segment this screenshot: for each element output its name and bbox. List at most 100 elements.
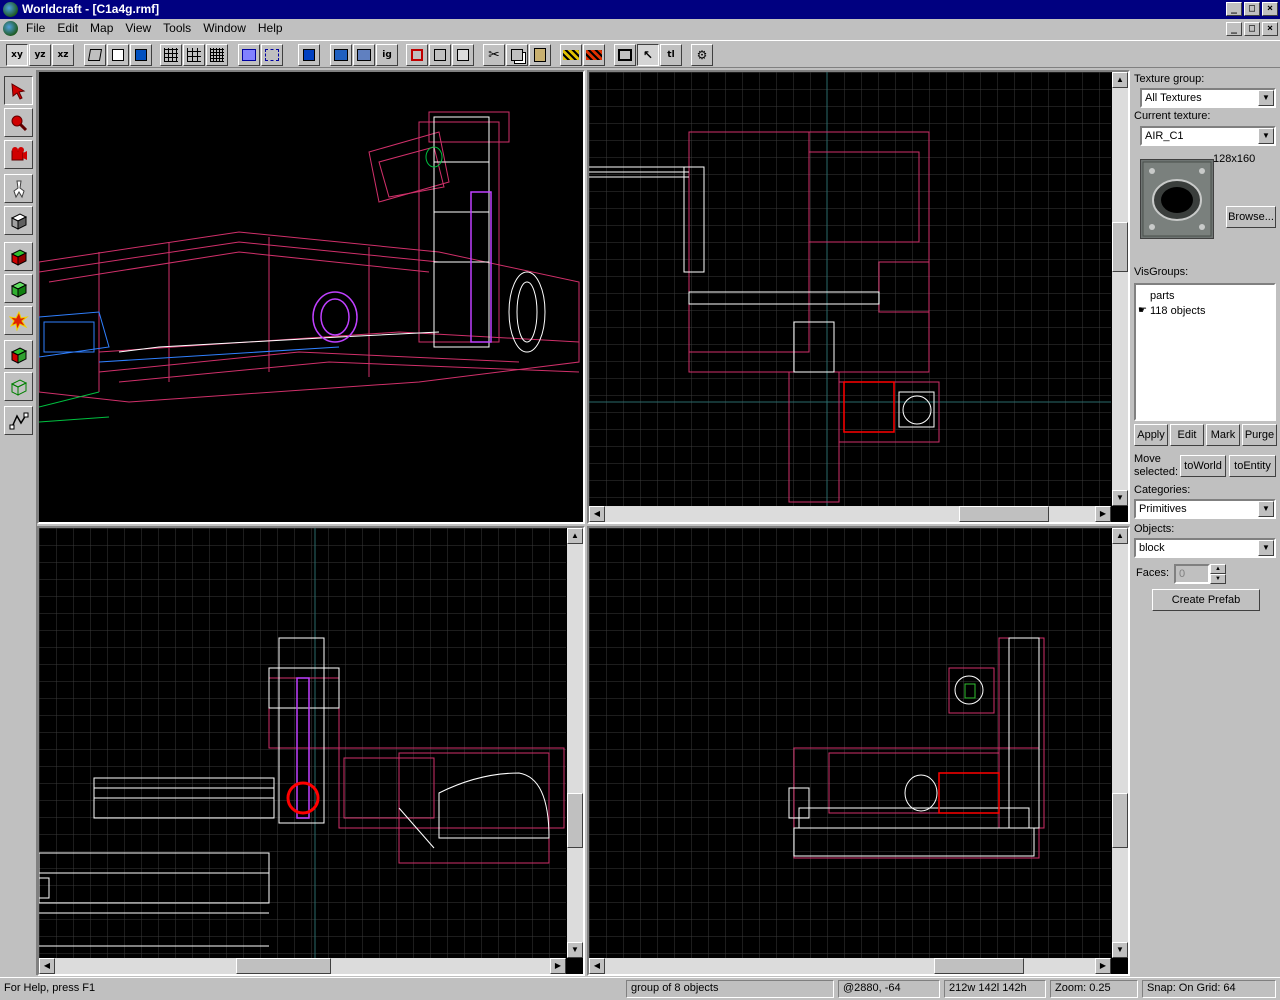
visgroup-item[interactable]: parts: [1150, 290, 1174, 302]
visgroups-list[interactable]: parts ☛ 118 objects: [1134, 283, 1276, 421]
current-texture-select[interactable]: AIR_C1 ▼: [1140, 126, 1276, 146]
apply-button[interactable]: Apply: [1134, 424, 1168, 446]
decal-tool-icon[interactable]: [4, 306, 33, 335]
side-viewport-vscroll[interactable]: ▲ ▼: [1112, 528, 1128, 958]
camera-3d-viewport[interactable]: [37, 70, 585, 524]
chevron-down-icon[interactable]: ▼: [1258, 501, 1274, 517]
view-yz-button[interactable]: yz: [29, 44, 51, 66]
chevron-down-icon[interactable]: ▼: [1258, 540, 1274, 556]
faces-spin-down-icon[interactable]: ▼: [1210, 574, 1226, 584]
side-viewport-hscroll[interactable]: ◀ ▶: [589, 958, 1111, 974]
status-size: 212w 142l 142h: [944, 980, 1046, 998]
selection-tool-icon[interactable]: [4, 76, 33, 105]
maximize-button[interactable]: □: [1244, 2, 1260, 16]
current-texture-label: Current texture:: [1134, 110, 1211, 122]
menu-edit[interactable]: Edit: [51, 21, 84, 35]
magnify-tool-icon[interactable]: [4, 108, 33, 137]
carve-icon[interactable]: [298, 44, 320, 66]
menu-map[interactable]: Map: [84, 21, 119, 35]
to-world-button[interactable]: toWorld: [1180, 455, 1226, 477]
toolbar: xy yz xz ig ✂ ↖ tl ⚙: [0, 40, 1280, 68]
faces-spin-up-icon[interactable]: ▲: [1210, 564, 1226, 574]
wireframe-view-icon[interactable]: [84, 44, 106, 66]
show-items-icon[interactable]: [583, 44, 605, 66]
texture-size: 128x160: [1213, 153, 1256, 165]
entity-tool-icon[interactable]: [4, 174, 33, 203]
objects-label: Objects:: [1134, 523, 1175, 535]
doc-minimize-button[interactable]: _: [1226, 22, 1242, 36]
create-prefab-button[interactable]: Create Prefab: [1152, 589, 1260, 611]
copy-icon[interactable]: [506, 44, 528, 66]
mark-button[interactable]: Mark: [1206, 424, 1240, 446]
view-xz-button[interactable]: xz: [52, 44, 74, 66]
side-2d-viewport[interactable]: ▲ ▼ ◀ ▶: [587, 526, 1130, 976]
to-entity-button[interactable]: toEntity: [1229, 455, 1276, 477]
grid-smaller-icon[interactable]: [183, 44, 205, 66]
camera-tool-icon[interactable]: [4, 140, 33, 169]
grid-larger-icon[interactable]: [206, 44, 228, 66]
menu-bar: File Edit Map View Tools Window Help _ □…: [0, 19, 1280, 39]
eye-icon[interactable]: ☛: [1138, 305, 1148, 316]
chevron-down-icon[interactable]: ▼: [1258, 90, 1274, 106]
texture-lock-button[interactable]: tl: [660, 44, 682, 66]
apply-current-texture-icon[interactable]: [4, 274, 33, 303]
select-pointer-icon[interactable]: ↖: [637, 44, 659, 66]
flat-view-icon[interactable]: [107, 44, 129, 66]
doc-close-button[interactable]: ×: [1262, 22, 1278, 36]
status-coords: @2880, -64: [838, 980, 940, 998]
grid-toggle-icon[interactable]: [160, 44, 182, 66]
doc-restore-button[interactable]: □: [1244, 22, 1260, 36]
vertex-icon[interactable]: [429, 44, 451, 66]
texture-group-select[interactable]: All Textures ▼: [1140, 88, 1276, 108]
menu-window[interactable]: Window: [197, 21, 252, 35]
move-to-world-icon[interactable]: [353, 44, 375, 66]
minimize-button[interactable]: _: [1226, 2, 1242, 16]
menu-file[interactable]: File: [20, 21, 51, 35]
objects-value: block: [1139, 542, 1165, 554]
top-viewport-hscroll[interactable]: ◀ ▶: [589, 506, 1111, 522]
close-button[interactable]: ×: [1262, 2, 1278, 16]
path-tool-icon[interactable]: [4, 406, 33, 435]
texture-application-icon[interactable]: [4, 242, 33, 271]
tie-to-entity-icon[interactable]: [330, 44, 352, 66]
textured-view-icon[interactable]: [130, 44, 152, 66]
document-icon[interactable]: [3, 21, 18, 36]
hide-items-icon[interactable]: [560, 44, 582, 66]
faces-input[interactable]: 0: [1174, 564, 1210, 584]
objects-select[interactable]: block ▼: [1134, 538, 1276, 558]
front-viewport-vscroll[interactable]: ▲ ▼: [567, 528, 583, 958]
group-icon[interactable]: [238, 44, 260, 66]
ungroup-icon[interactable]: [261, 44, 283, 66]
menu-help[interactable]: Help: [252, 21, 289, 35]
texture-preview[interactable]: [1140, 159, 1214, 239]
paste-icon[interactable]: [529, 44, 551, 66]
front-2d-viewport[interactable]: ▲ ▼ ◀ ▶: [37, 526, 585, 976]
front-viewport-hscroll[interactable]: ◀ ▶: [39, 958, 566, 974]
categories-value: Primitives: [1139, 503, 1187, 515]
block-tool-icon[interactable]: [4, 206, 33, 235]
chevron-down-icon[interactable]: ▼: [1258, 128, 1274, 144]
hollow-icon[interactable]: [406, 44, 428, 66]
view-xy-button[interactable]: xy: [6, 44, 28, 66]
run-map-icon[interactable]: ⚙: [691, 44, 713, 66]
top-2d-viewport[interactable]: ▲ ▼ ◀ ▶: [587, 70, 1130, 524]
faces-label: Faces:: [1136, 567, 1170, 579]
vertex-manipulation-icon[interactable]: [4, 372, 33, 401]
clipping-tool-icon[interactable]: [4, 340, 33, 369]
top-viewport-vscroll[interactable]: ▲ ▼: [1112, 72, 1128, 506]
status-help-text: For Help, press F1: [4, 982, 96, 994]
block-icon[interactable]: [452, 44, 474, 66]
categories-select[interactable]: Primitives ▼: [1134, 499, 1276, 519]
edit-button[interactable]: Edit: [1170, 424, 1204, 446]
visgroup-item[interactable]: 118 objects: [1150, 305, 1205, 317]
ignore-groups-button[interactable]: ig: [376, 44, 398, 66]
cut-icon[interactable]: ✂: [483, 44, 505, 66]
purge-button[interactable]: Purge: [1242, 424, 1277, 446]
selection-box-icon[interactable]: [614, 44, 636, 66]
faces-value: 0: [1179, 568, 1186, 580]
browse-button[interactable]: Browse...: [1226, 206, 1276, 228]
menu-view[interactable]: View: [119, 21, 157, 35]
menu-tools[interactable]: Tools: [157, 21, 197, 35]
tool-palette: [0, 70, 37, 975]
visgroups-label: VisGroups:: [1134, 266, 1189, 278]
